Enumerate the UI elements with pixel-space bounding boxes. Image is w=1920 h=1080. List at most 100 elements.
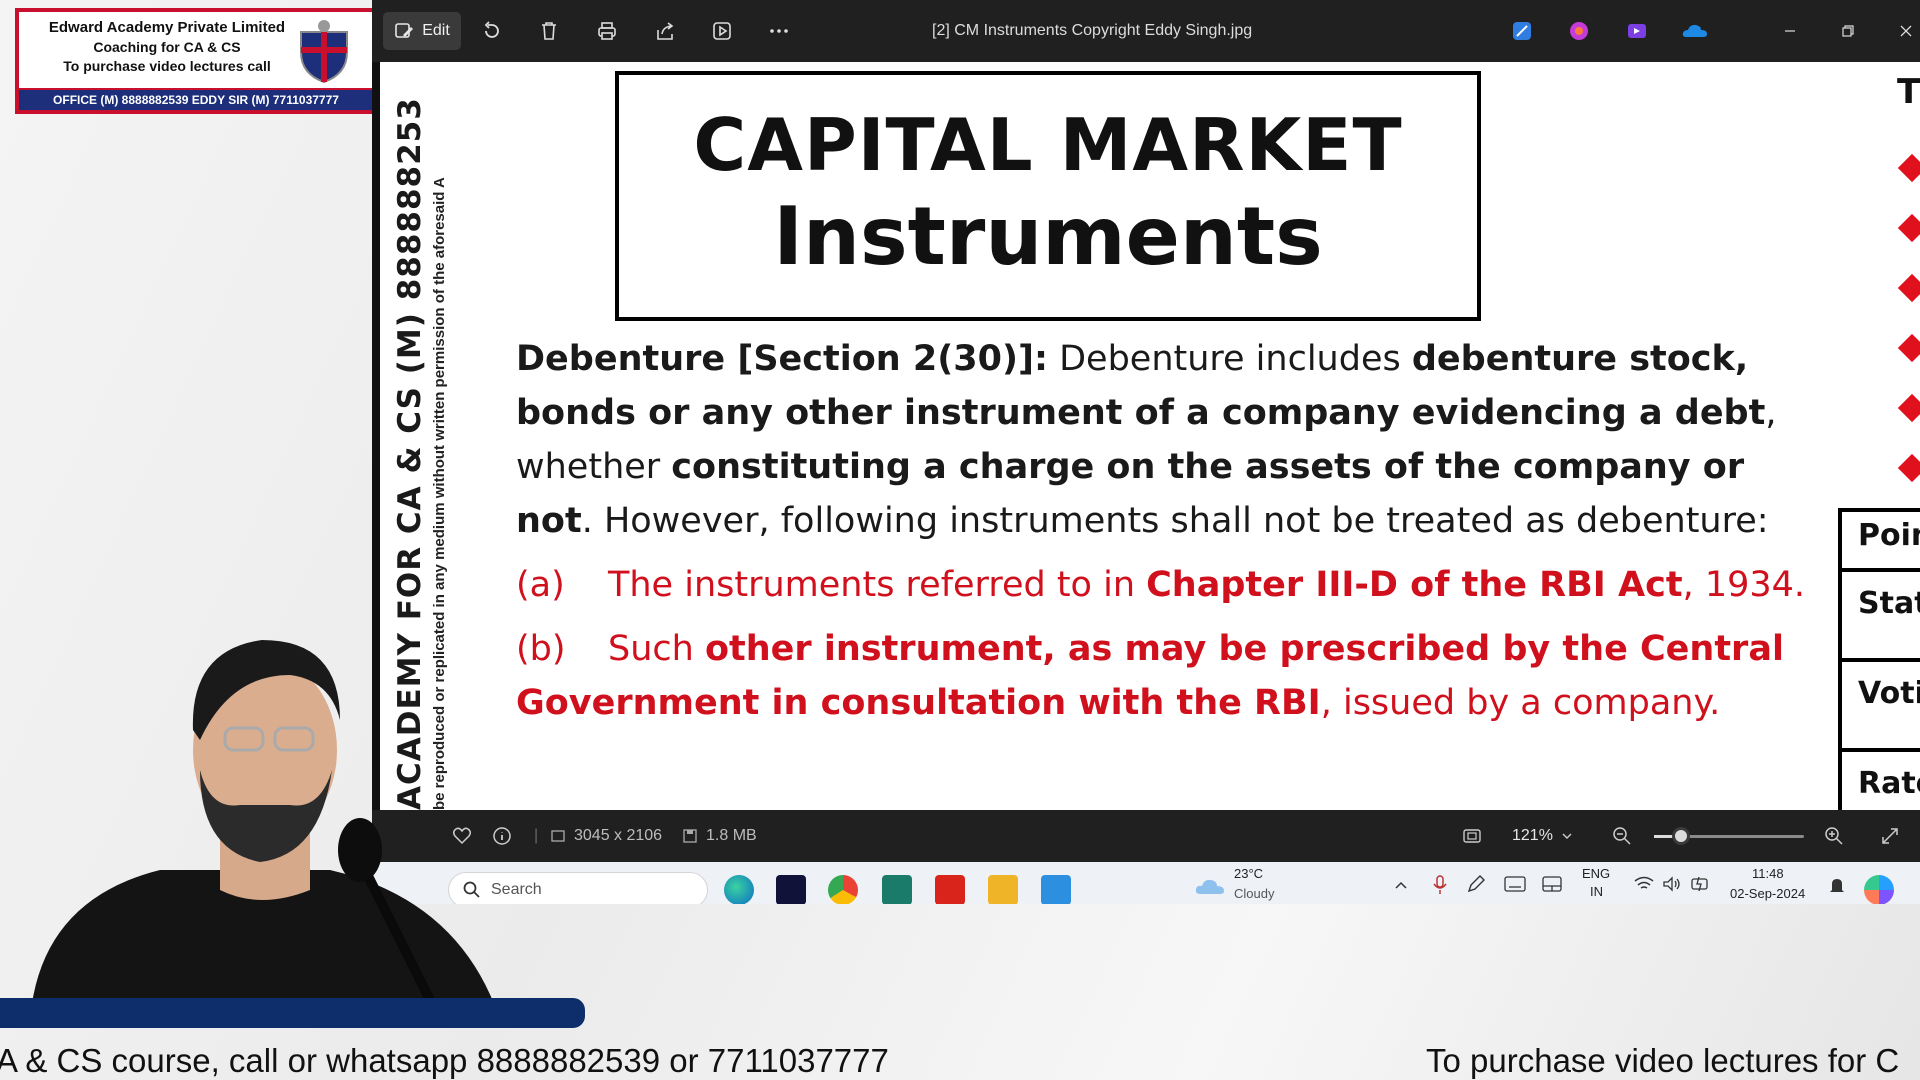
zoom-out-button[interactable] [1612,810,1632,862]
windows-taskbar: Search 23°C Cloudy ENG IN 11:48 02-Sep-2… [372,862,1920,904]
notification-bell-icon[interactable] [1828,876,1846,896]
battery-charging-icon[interactable] [1690,874,1710,892]
close-button[interactable] [1886,14,1920,48]
print-button[interactable] [592,16,622,46]
save-disk-icon [683,829,697,843]
photos-app-icon[interactable] [1041,875,1071,904]
video-editor-button[interactable] [1622,16,1652,46]
debenture-definition: Debenture [Section 2(30)]: Debenture inc… [516,332,1816,730]
red-diamond-bullet [1897,153,1920,183]
brand-contact-bar: OFFICE (M) 8888882539 EDDY SIR (M) 77110… [19,88,373,110]
file-explorer-icon[interactable] [988,875,1018,904]
fit-to-window-button[interactable] [1462,810,1482,862]
image-canvas[interactable]: ACADEMY FOR CA & CS (M) 888888253 be rep… [372,62,1920,810]
zoom-out-icon [1613,827,1631,845]
ticker-text-left: A & CS course, call or whatsapp 88888825… [0,1042,889,1079]
acrobat-icon[interactable] [935,875,965,904]
clipchamp-button[interactable] [1564,16,1594,46]
close-icon [1900,25,1912,37]
input-language[interactable]: ENG [1582,866,1610,881]
cloudy-weather-icon [1195,879,1224,894]
restore-icon [1842,25,1854,37]
input-region[interactable]: IN [1590,884,1603,899]
red-diamond-bullet [1897,213,1920,243]
definition-heading: Debenture [Section 2(30)]: [516,339,1048,379]
item-a-bold: Chapter III-D of the RBI Act [1146,565,1683,605]
delete-button[interactable] [534,16,564,46]
zoom-level-dropdown[interactable]: 121% [1512,810,1573,862]
chrome-icon[interactable] [828,875,858,904]
slide-title-box: CAPITAL MARKET Instruments [615,71,1481,321]
designer-app-button[interactable] [1507,16,1537,46]
brand-purchase-note: To purchase video lectures call [63,58,271,74]
table-cell-voting: Voti [1858,676,1920,711]
brand-tagline: Coaching for CA & CS [93,39,241,55]
onedrive-button[interactable] [1680,16,1710,46]
zoom-in-button[interactable] [1824,810,1844,862]
table-rule [1842,748,1920,752]
zoom-slider-thumb[interactable] [1672,827,1690,845]
chevron-up-icon[interactable] [1394,880,1408,890]
brand-text: Edward Academy Private Limited Coaching … [27,18,307,76]
red-diamond-bullet [1897,333,1920,363]
edit-image-icon [395,23,414,38]
photos-app-window: Edit [2] CM Instruments Copyright Eddy S… [372,0,1920,904]
video-editor-icon [1628,24,1646,38]
exclusion-item-b: (b) Such other instrument, as may be pres… [516,622,1816,730]
item-a-text-2: , 1934. [1682,565,1806,605]
microphone-icon[interactable] [1432,874,1448,896]
volume-icon[interactable] [1662,876,1682,892]
ticker-text-right: To purchase video lectures for C [1426,1042,1900,1079]
restore-button[interactable] [1828,14,1868,48]
item-a-text-1: The instruments referred to in [608,565,1147,605]
zoom-level-value: 121% [1512,827,1553,844]
copilot-icon [1570,22,1588,40]
presenter-webcam [30,640,500,1020]
copilot-icon[interactable] [1864,875,1894,904]
red-diamond-bullet [1897,393,1920,423]
chevron-down-icon [1562,833,1572,839]
exclusion-item-a: (a) The instruments referred to in Chapte… [516,558,1816,612]
brand-name: Edward Academy Private Limited [48,19,286,36]
brand-card: Edward Academy Private Limited Coaching … [15,8,377,114]
keyboard-icon[interactable] [1504,876,1526,892]
edge-icon[interactable] [724,875,754,904]
academy-crest-logo [300,20,348,84]
clock-time[interactable]: 11:48 [1752,866,1784,881]
onedrive-icon [1682,24,1707,37]
minimize-button[interactable] [1770,14,1810,48]
zoom-in-icon [1825,827,1843,845]
slide-title-line1: CAPITAL MARKET [693,103,1403,187]
window-title: [2] CM Instruments Copyright Eddy Singh.… [932,22,1253,39]
clock-date[interactable]: 02-Sep-2024 [1730,886,1805,901]
fit-screen-icon [1463,829,1481,843]
trash-icon [542,22,556,40]
share-button[interactable] [650,16,680,46]
table-rule [1842,658,1920,662]
wifi-icon[interactable] [1634,876,1654,892]
table-cell-points: Poin [1858,518,1920,553]
ellipsis-icon [770,29,788,33]
definition-text-1: Debenture includes [1047,339,1412,379]
more-button[interactable] [764,16,794,46]
edit-button-label: Edit [422,22,450,39]
right-cropped-heading: T [1897,72,1920,112]
terminal-app-icon[interactable] [776,875,806,904]
image-info-bar: | 3045 x 2106 1.8 MB 121% [372,810,1920,862]
touchpad-icon[interactable] [1542,876,1562,892]
table-rule [1842,508,1920,512]
app-launcher-icon[interactable] [882,875,912,904]
pen-icon[interactable] [1466,874,1486,894]
file-size: 1.8 MB [682,810,757,862]
rotate-button[interactable] [477,16,507,46]
edit-button[interactable]: Edit [383,12,461,50]
table-rule [1842,568,1920,572]
table-cell-rate: Rate [1858,766,1920,801]
item-b-text-2: , issued by a company. [1320,683,1721,723]
designer-icon [1513,22,1531,40]
slideshow-button[interactable] [707,16,737,46]
expand-icon [1882,828,1898,844]
definition-paragraph: Debenture [Section 2(30)]: Debenture inc… [516,332,1816,548]
fullscreen-button[interactable] [1880,810,1900,862]
weather-description: Cloudy [1234,886,1275,901]
